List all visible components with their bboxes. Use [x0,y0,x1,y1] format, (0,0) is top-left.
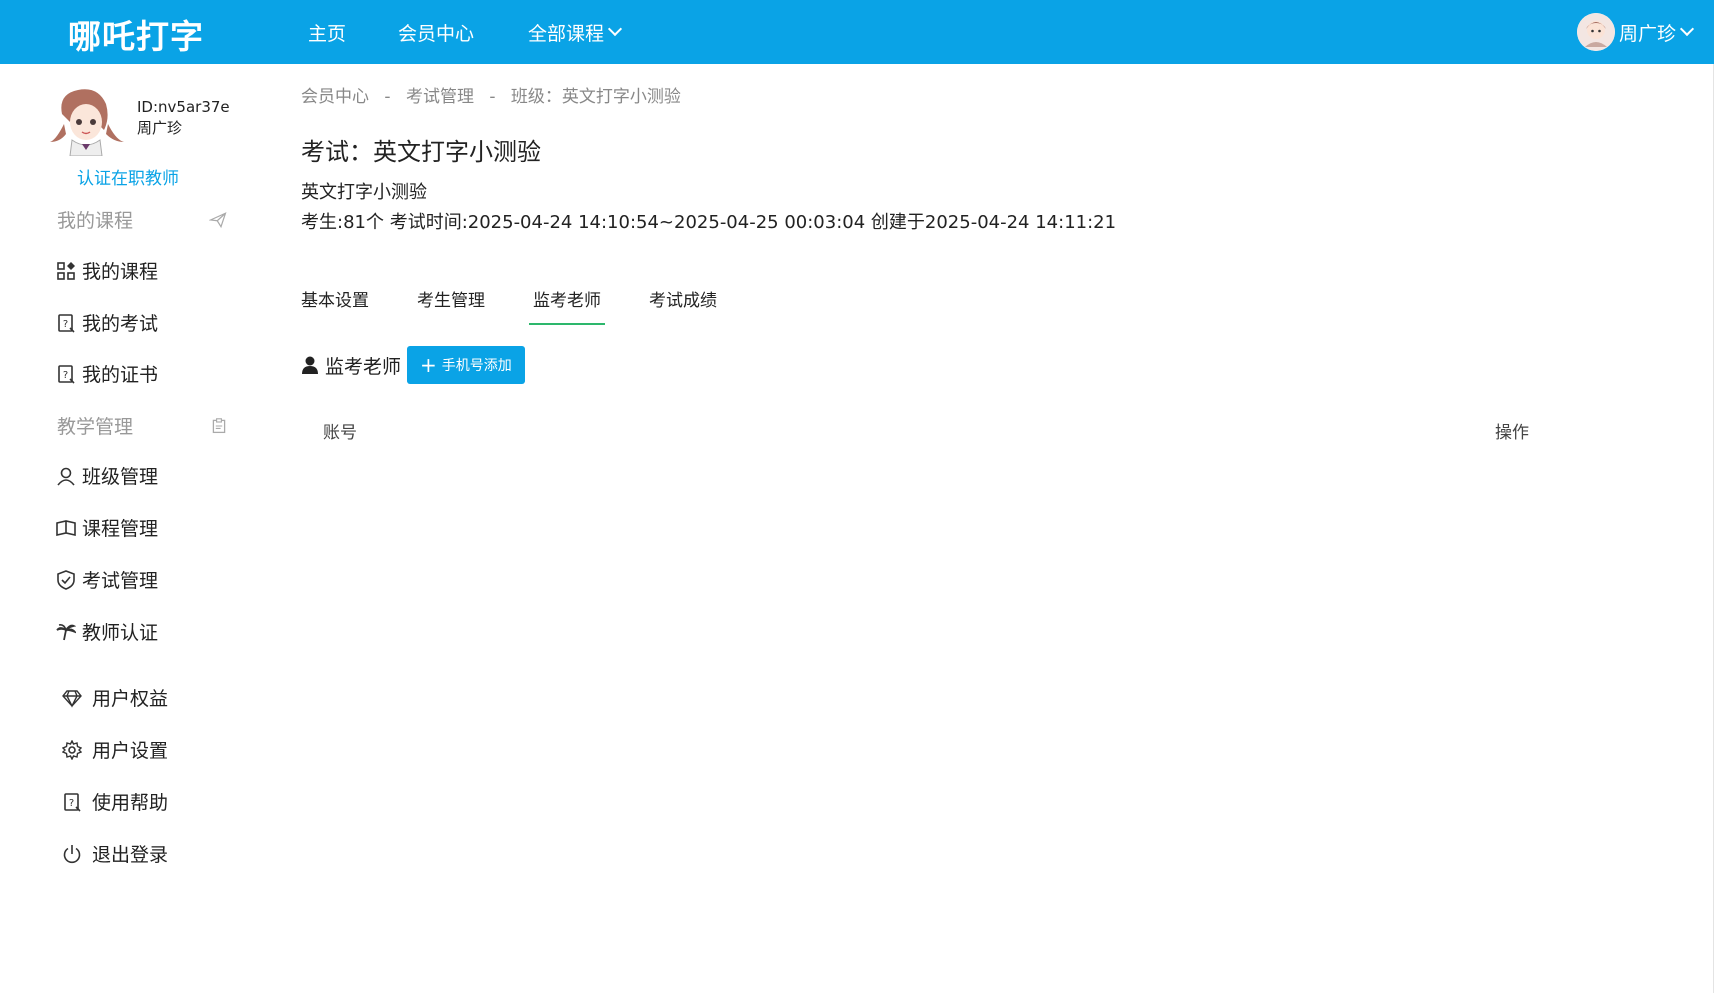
exam-meta: 考生:81个 考试时间:2025-04-24 14:10:54~2025-04-… [301,212,1117,233]
proctor-header: 监考老师 + 手机号添加 [301,346,525,384]
certify-teacher-link[interactable]: 认证在职教师 [77,164,179,189]
sidebar-item-user-benefits[interactable]: 用户权益 [62,684,168,711]
tab-basic-settings[interactable]: 基本设置 [301,286,369,325]
chevron-down-icon [1679,21,1695,37]
tab-examinee-management[interactable]: 考生管理 [417,286,485,325]
section-label: 我的课程 [57,210,134,232]
power-icon [63,844,81,863]
send-icon [209,211,227,228]
breadcrumb-current: 班级：英文打字小测验 [510,87,681,107]
sidebar-item-label: 用户设置 [92,740,169,762]
sidebar: ID:nv5ar37e 周广珍 认证在职教师 我的课程 我的课程 ? 我的考试 … [0,64,258,993]
nav-member-center[interactable]: 会员中心 [398,0,474,64]
exam-name: 英文打字小测验 [301,182,427,203]
shield-check-icon [57,569,75,590]
clipboard-icon [212,417,226,433]
sidebar-item-label: 我的证书 [82,364,159,386]
help-doc-icon: ? [58,364,75,384]
user-icon [57,467,75,486]
nav-all-courses-label: 全部课程 [528,22,605,45]
avatar [1576,13,1615,51]
sidebar-item-exam-management[interactable]: 考试管理 [56,566,158,593]
section-label: 教学管理 [57,416,134,438]
svg-text:?: ? [69,798,74,809]
sidebar-item-label: 退出登录 [92,844,169,866]
sidebar-item-course-management[interactable]: 课程管理 [56,514,158,541]
sidebar-item-label: 用户权益 [92,688,169,710]
book-icon [56,519,76,536]
nav-all-courses[interactable]: 全部课程 [528,0,623,64]
sidebar-item-logout[interactable]: 退出登录 [62,840,168,867]
sidebar-item-my-courses[interactable]: 我的课程 [56,257,158,284]
sidebar-item-label: 课程管理 [82,518,159,540]
sidebar-item-class-management[interactable]: 班级管理 [56,462,158,489]
sidebar-item-label: 考试管理 [82,570,159,592]
sidebar-item-label: 教师认证 [82,622,159,644]
diamond-icon [62,689,82,708]
add-button-label: 手机号添加 [441,358,512,374]
user-id: ID:nv5ar37e [137,98,230,116]
user-icon [302,356,318,374]
sidebar-item-label: 我的考试 [82,313,159,335]
top-bar: 哪吒打字 主页 会员中心 全部课程 周广珍 [0,0,1714,64]
gear-icon [62,739,82,760]
grid-icon [57,261,75,280]
sidebar-item-my-certificates[interactable]: ? 我的证书 [56,360,158,387]
sidebar-item-teacher-certification[interactable]: 教师认证 [56,618,158,645]
section-teaching: 教学管理 [57,412,227,439]
nav-home[interactable]: 主页 [308,0,346,64]
breadcrumb-exam-management[interactable]: 考试管理 [406,87,474,107]
user-name: 周广珍 [1618,22,1676,45]
breadcrumb-member-center[interactable]: 会员中心 [301,87,369,107]
add-by-phone-button[interactable]: + 手机号添加 [407,346,525,384]
table-header: 账号 操作 [301,412,1561,448]
proctor-heading: 监考老师 [325,355,402,378]
page-title: 考试：英文打字小测验 [301,138,541,166]
sidebar-item-user-settings[interactable]: 用户设置 [62,736,168,763]
svg-text:?: ? [63,319,68,330]
sidebar-item-label: 班级管理 [82,466,159,488]
sidebar-item-label: 我的课程 [82,261,159,283]
help-doc-icon: ? [64,792,81,812]
section-my-courses: 我的课程 [57,206,227,233]
sidebar-item-help[interactable]: ? 使用帮助 [62,788,168,815]
tab-proctors[interactable]: 监考老师 [529,286,605,325]
column-header-account: 账号 [323,423,357,443]
palm-tree-icon [56,623,76,640]
sidebar-user-name: 周广珍 [137,119,183,137]
tab-exam-scores[interactable]: 考试成绩 [649,286,717,325]
sidebar-item-my-exams[interactable]: ? 我的考试 [56,309,158,336]
chevron-down-icon [607,21,623,37]
sidebar-item-label: 使用帮助 [92,792,169,814]
breadcrumb: 会员中心 - 考试管理 - 班级：英文打字小测验 [301,82,691,107]
site-logo[interactable]: 哪吒打字 [68,10,204,58]
help-doc-icon: ? [58,313,75,333]
plus-icon: + [420,353,437,377]
user-menu[interactable]: 周广珍 [1576,0,1695,64]
profile-avatar[interactable] [48,84,126,157]
column-header-actions: 操作 [1495,423,1529,443]
breadcrumb-separator: - [384,87,391,107]
tab-bar: 基本设置 考生管理 监考老师 考试成绩 [301,286,765,325]
breadcrumb-separator: - [489,87,496,107]
svg-text:?: ? [63,370,68,381]
